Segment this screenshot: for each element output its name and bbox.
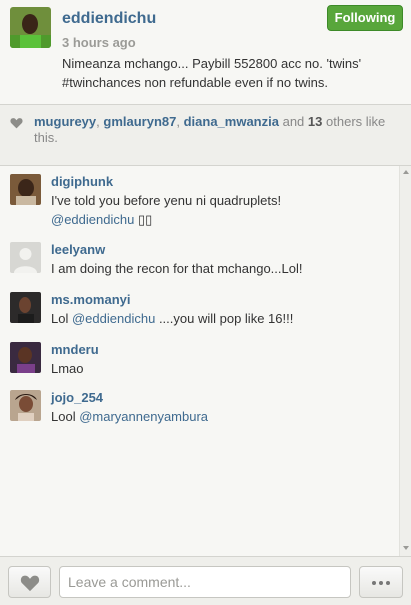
likes-and: and (282, 114, 305, 129)
comment-text: Lmao (51, 361, 84, 376)
comment-footer (0, 556, 411, 605)
mention-link[interactable]: @eddiendichu (72, 311, 155, 326)
commenter-username[interactable]: jojo_254 (51, 390, 103, 405)
more-options-button[interactable] (359, 566, 403, 598)
comment-prefix: Lool (51, 409, 76, 424)
comment-text: Lol @eddiendichu ....you will pop like 1… (51, 309, 391, 328)
post-author-username[interactable]: eddiendichu (62, 10, 156, 28)
comment-text: I've told you before yenu ni quadruplets… (51, 191, 391, 229)
liker-username[interactable]: gmlauryn87 (103, 114, 176, 129)
post-author-avatar[interactable] (10, 7, 51, 48)
commenter-username[interactable]: leelyanw (51, 242, 105, 257)
comments-scrollbar[interactable] (399, 166, 411, 556)
commenter-avatar[interactable] (10, 292, 41, 323)
comment-text: I am doing the recon for that mchango...… (51, 261, 303, 276)
likes-text: mugureyy, gmlauryn87, diana_mwanzia and … (34, 114, 386, 145)
likes-count[interactable]: 13 (308, 114, 322, 129)
mention-link[interactable]: @maryannenyambura (79, 409, 208, 424)
likes-bar: mugureyy, gmlauryn87, diana_mwanzia and … (0, 105, 411, 165)
heart-icon (10, 118, 23, 129)
comment-text: Lool @maryannenyambura (51, 407, 391, 426)
comment-input[interactable] (59, 566, 351, 598)
comment-body: I've told you before yenu ni quadruplets… (51, 193, 282, 208)
emoji-glyphs: ▯▯ (137, 212, 153, 227)
scroll-up-arrow-icon[interactable] (403, 170, 409, 174)
liker-username[interactable]: diana_mwanzia (184, 114, 279, 129)
post-caption: Nimeanza mchango... Paybill 552800 acc n… (62, 56, 362, 90)
like-button[interactable] (8, 566, 51, 598)
mention-link[interactable]: @eddiendichu (51, 212, 134, 227)
ellipsis-icon (379, 581, 383, 585)
comment-prefix: Lol (51, 311, 69, 326)
commenter-username[interactable]: digiphunk (51, 174, 113, 189)
commenter-username[interactable]: mnderu (51, 342, 99, 357)
commenter-avatar[interactable] (10, 242, 41, 273)
post-timestamp: 3 hours ago (62, 35, 136, 50)
post-header: eddiendichu Following 3 hours ago Nimean… (0, 0, 411, 104)
commenter-avatar[interactable] (10, 174, 41, 205)
comment-body: ....you will pop like 16!!! (158, 311, 294, 326)
commenter-username[interactable]: ms.momanyi (51, 292, 130, 307)
ellipsis-icon (372, 581, 376, 585)
ellipsis-icon (386, 581, 390, 585)
comments-list: digiphunk I've told you before yenu ni q… (0, 166, 399, 556)
heart-icon (20, 575, 40, 592)
commenter-avatar[interactable] (10, 390, 41, 421)
liker-username[interactable]: mugureyy (34, 114, 96, 129)
commenter-avatar[interactable] (10, 342, 41, 373)
following-button[interactable]: Following (327, 5, 403, 31)
scroll-down-arrow-icon[interactable] (403, 546, 409, 550)
